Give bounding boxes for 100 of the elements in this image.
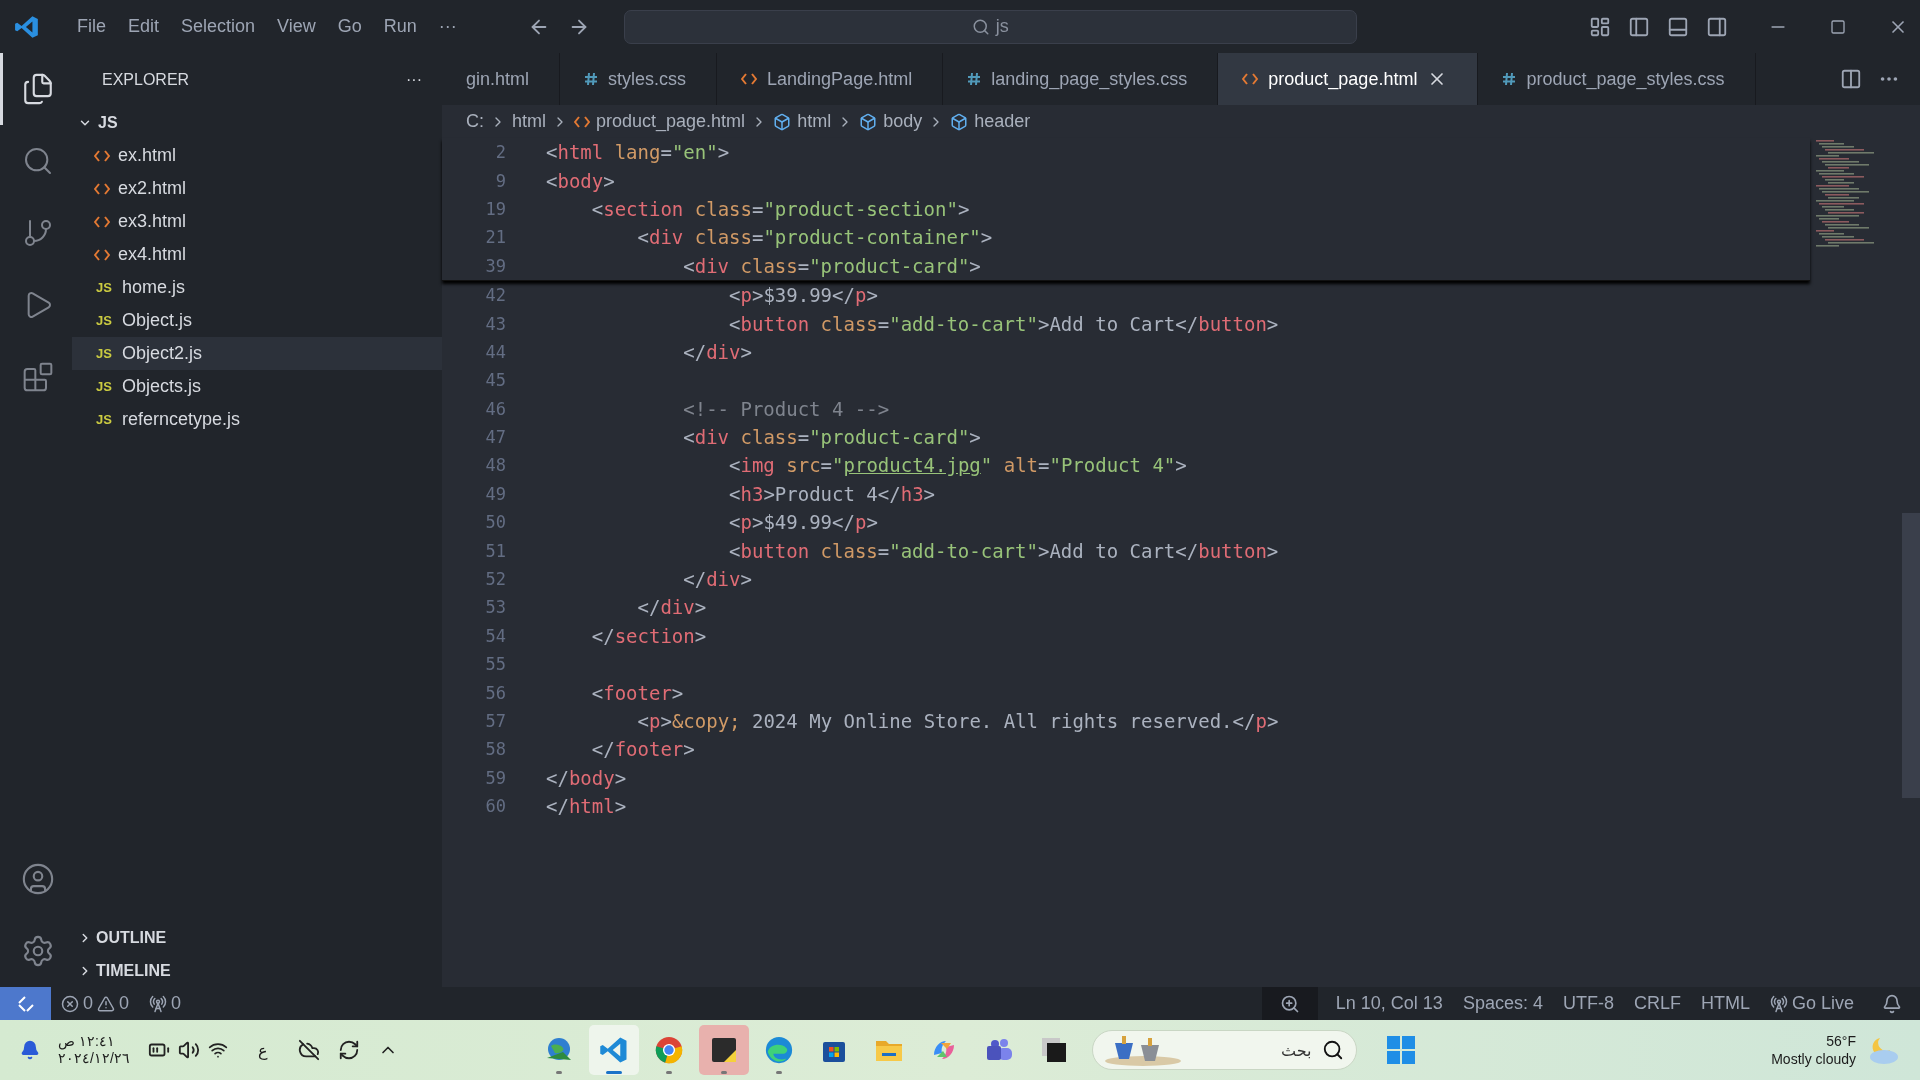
line-number: 2 — [494, 142, 506, 163]
code-brackets-icon — [94, 149, 110, 162]
remote-icon — [17, 995, 34, 1012]
explorer-file[interactable]: JS referncetype.js — [72, 403, 442, 436]
code-line: <p>$39.99</p> — [728, 284, 878, 307]
section-header[interactable]: OUTLINE — [72, 921, 442, 954]
restore-icon[interactable] — [1829, 18, 1846, 35]
search-icon — [1322, 1039, 1344, 1061]
volume-icon[interactable] — [177, 1039, 200, 1061]
problems-status[interactable]: 0 0 — [51, 993, 140, 1014]
menu-item[interactable]: File — [66, 16, 117, 37]
code-line: <div class="product-card"> — [682, 254, 981, 277]
explorer-file[interactable]: JS Object.js — [72, 304, 442, 337]
start-icon[interactable] — [1386, 1035, 1416, 1065]
explorer-file[interactable]: ex2.html — [72, 172, 442, 205]
hash-icon — [584, 72, 599, 86]
remote-button[interactable] — [0, 987, 51, 1020]
cube-icon — [859, 112, 878, 131]
search-icon — [971, 17, 990, 36]
line-number: 43 — [484, 313, 506, 334]
explorer-file[interactable]: ex.html — [72, 139, 442, 172]
cube-icon — [950, 112, 969, 131]
antenna-icon — [1769, 994, 1788, 1013]
file-type-label: JS — [95, 280, 113, 295]
input-language[interactable]: ع — [257, 1040, 268, 1060]
breadcrumb-item[interactable]: C: — [466, 111, 484, 132]
weather-text[interactable]: 56°F Mostly cloudy — [1771, 1032, 1856, 1068]
search-field[interactable]: بحث — [1193, 1039, 1314, 1061]
line-number: 50 — [484, 512, 506, 533]
bell-icon[interactable] — [20, 1040, 40, 1060]
menu-item[interactable]: View — [266, 16, 327, 37]
line-number: 42 — [484, 285, 506, 306]
layout-icon[interactable] — [1588, 15, 1611, 38]
encoding-status[interactable]: UTF-8 — [1552, 993, 1624, 1014]
more-actions[interactable]: ··· — [406, 70, 422, 89]
code-line: </body> — [546, 766, 627, 789]
explorer-file[interactable]: JS Objects.js — [72, 370, 442, 403]
line-number: 21 — [484, 227, 506, 248]
clock[interactable]: ١٢:٤١ ص ٢٠٢٤/١٢/٢٦ — [58, 1033, 130, 1067]
browser-icon — [764, 1035, 794, 1065]
indentation-status[interactable]: Spaces: 4 — [1452, 993, 1553, 1014]
line-number: 58 — [484, 739, 506, 760]
secondary-sidebar-icon[interactable] — [1705, 15, 1728, 38]
breadcrumb-item[interactable]: html — [512, 111, 546, 132]
explorer-file[interactable]: ex3.html — [72, 205, 442, 238]
code-brackets-icon — [94, 182, 110, 195]
zoom-icon[interactable] — [1261, 987, 1318, 1020]
code-line: <img src="product4.jpg" alt="Product 4"> — [728, 454, 1187, 477]
code-line: </section> — [590, 624, 707, 647]
file-type-label: JS — [95, 313, 113, 328]
menu-item[interactable]: Run — [372, 16, 428, 37]
breadcrumb-item[interactable]: html — [773, 111, 832, 132]
explorer-file[interactable]: JS Object2.js — [72, 337, 442, 370]
code-line: <div class="product-card"> — [682, 426, 981, 449]
code-line: <section class="product-section"> — [590, 197, 970, 220]
browser-icon — [654, 1035, 684, 1065]
command-center[interactable]: js — [623, 9, 1357, 44]
section-header[interactable]: TIMELINE — [72, 954, 442, 987]
line-number: 45 — [484, 370, 506, 391]
sidebar-toggle-icon[interactable] — [1627, 15, 1650, 38]
line-number: 53 — [484, 597, 506, 618]
cloud-off-icon[interactable] — [297, 1039, 320, 1061]
sync-icon[interactable] — [337, 1039, 360, 1061]
cube-icon — [773, 112, 792, 131]
explorer-file[interactable]: JS home.js — [72, 271, 442, 304]
panel-toggle-icon[interactable] — [1666, 15, 1689, 38]
line-number: 52 — [484, 569, 506, 590]
go-live-button[interactable]: Go Live — [1759, 993, 1864, 1014]
breadcrumb-item[interactable]: product_page.html — [574, 111, 746, 132]
antenna-icon — [149, 994, 168, 1013]
ports-status[interactable]: 0 — [139, 993, 192, 1014]
folder-row[interactable]: JS — [72, 106, 442, 139]
menu-item[interactable]: Edit — [117, 16, 171, 37]
menu-item[interactable]: Selection — [170, 16, 267, 37]
code-line: <h3>Product 4</h3> — [728, 482, 936, 505]
split-editor-icon[interactable] — [1840, 68, 1862, 90]
line-ending-status[interactable]: CRLF — [1623, 993, 1691, 1014]
app-logo-icon — [14, 13, 40, 40]
line-number: 57 — [484, 711, 506, 731]
hash-icon — [967, 72, 982, 86]
breadcrumb-item[interactable]: body — [859, 111, 923, 132]
warning-icon — [97, 994, 115, 1013]
line-number: 39 — [484, 255, 506, 276]
cursor-position[interactable]: Ln 10, Col 13 — [1325, 993, 1453, 1014]
line-number: 55 — [484, 654, 506, 675]
language-status[interactable]: HTML — [1690, 993, 1760, 1014]
code-brackets-icon — [94, 248, 110, 261]
breadcrumb-item[interactable]: header — [950, 111, 1031, 132]
wifi-icon[interactable] — [207, 1040, 228, 1060]
line-number: 48 — [484, 455, 506, 476]
taskbar-app[interactable] — [699, 1025, 749, 1075]
error-icon — [61, 994, 79, 1013]
line-number: 51 — [484, 540, 506, 561]
code-line: <body> — [546, 169, 615, 192]
menu-item[interactable]: ··· — [427, 16, 468, 37]
editor-tab[interactable]: product_page.html — [1218, 53, 1479, 105]
explorer-file[interactable]: ex4.html — [72, 238, 442, 271]
menu-item[interactable]: Go — [326, 16, 373, 37]
file-type-label: JS — [95, 412, 113, 427]
code-editor-icon — [599, 1035, 629, 1065]
